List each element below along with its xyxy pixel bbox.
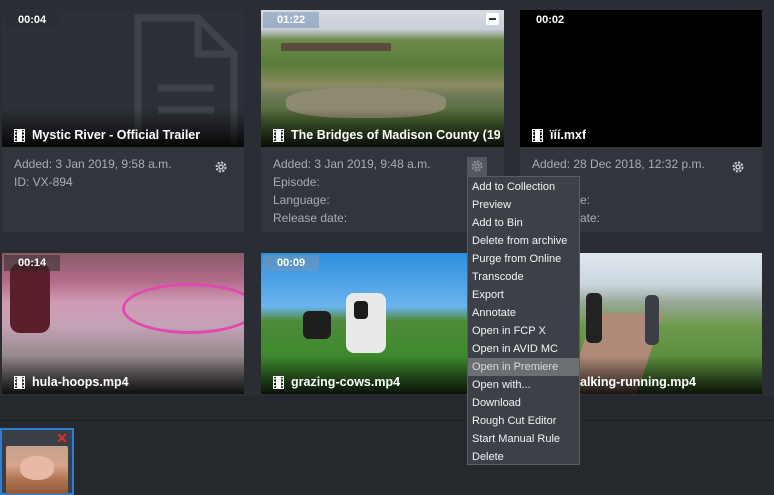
bin-item[interactable]: ✕ [0, 428, 74, 495]
asset-card-hula-hoops[interactable]: 00:14 hula-hoops.mp4 [2, 253, 244, 394]
asset-title[interactable]: Mystic River - Official Trailer [14, 128, 200, 142]
thumbnail[interactable]: 01:22 The Bridges of Madison County (199… [261, 10, 504, 147]
menu-item-delete-from-archive[interactable]: Delete from archive [468, 232, 579, 250]
asset-title-text: The Bridges of Madison County (199… [291, 128, 500, 142]
asset-added: Added: 3 Jan 2019, 9:58 a.m. [14, 157, 172, 171]
menu-item-preview[interactable]: Preview [468, 196, 579, 214]
asset-title-text: hula-hoops.mp4 [32, 375, 129, 389]
menu-item-start-manual-rule[interactable]: Start Manual Rule [468, 430, 579, 448]
asset-title[interactable]: ïíí.mxf [532, 128, 586, 142]
film-icon [14, 375, 25, 389]
minus-icon[interactable] [486, 13, 499, 25]
menu-item-open-in-fcp-x[interactable]: Open in FCP X [468, 322, 579, 340]
divider [0, 420, 774, 421]
asset-language: Language: [273, 193, 330, 207]
bin-tray [0, 396, 774, 495]
duration-badge: 01:22 [263, 12, 320, 28]
menu-item-open-in-premiere[interactable]: Open in Premiere [468, 358, 579, 376]
menu-item-open-with[interactable]: Open with... [468, 376, 579, 394]
gear-icon [471, 160, 483, 172]
asset-card-mystic-river[interactable]: 00:04 Mystic River - Official Trailer Ad… [2, 10, 244, 232]
asset-added: Added: 28 Dec 2018, 12:32 p.m. [532, 157, 705, 171]
menu-item-download[interactable]: Download [468, 394, 579, 412]
film-icon [14, 128, 25, 142]
asset-title[interactable]: The Bridges of Madison County (199… [273, 128, 500, 142]
asset-title-text: grazing-cows.mp4 [291, 375, 401, 389]
hoop [122, 283, 244, 334]
bin-item-thumbnail [6, 446, 68, 494]
gear-button-active[interactable] [467, 157, 487, 176]
person-figure [645, 295, 659, 345]
asset-title-text: Mystic River - Official Trailer [32, 128, 201, 142]
duration-badge: 00:14 [4, 255, 61, 271]
bridge [281, 43, 391, 51]
gear-icon[interactable] [214, 160, 228, 174]
person-figure [586, 293, 602, 343]
thumbnail[interactable]: 00:02 ïíí.mxf [520, 10, 762, 147]
menu-item-purge-from-online[interactable]: Purge from Online [468, 250, 579, 268]
asset-partial-label: ate: [580, 211, 601, 225]
gear-icon[interactable] [731, 160, 745, 174]
close-icon[interactable]: ✕ [56, 431, 68, 445]
asset-added: Added: 3 Jan 2019, 9:48 a.m. [273, 157, 431, 171]
thumbnail[interactable]: 00:14 hula-hoops.mp4 [2, 253, 244, 394]
film-icon [273, 375, 284, 389]
asset-title[interactable]: grazing-cows.mp4 [273, 375, 400, 389]
asset-partial-label: e: [580, 193, 591, 207]
duration-badge: 00:09 [263, 255, 320, 271]
menu-item-add-to-collection[interactable]: Add to Collection [468, 178, 579, 196]
asset-release-date: Release date: [273, 211, 348, 225]
thumbnail[interactable]: 00:04 Mystic River - Official Trailer [2, 10, 244, 147]
film-icon [532, 128, 543, 142]
cow [346, 293, 386, 353]
asset-id: ID: VX-894 [14, 175, 73, 189]
asset-title-text: ïíí.mxf [550, 128, 587, 142]
asset-title-text: alking-running.mp4 [580, 375, 696, 389]
duration-badge: 00:02 [522, 12, 579, 28]
asset-title[interactable]: hula-hoops.mp4 [14, 375, 129, 389]
menu-item-rough-cut-editor[interactable]: Rough Cut Editor [468, 412, 579, 430]
context-menu: Add to Collection Preview Add to Bin Del… [467, 176, 580, 465]
menu-item-open-in-avid-mc[interactable]: Open in AVID MC [468, 340, 579, 358]
menu-item-add-to-bin[interactable]: Add to Bin [468, 214, 579, 232]
duration-badge: 00:04 [4, 12, 61, 28]
film-icon [273, 128, 284, 142]
menu-item-annotate[interactable]: Annotate [468, 304, 579, 322]
menu-item-export[interactable]: Export [468, 286, 579, 304]
asset-title[interactable]: alking-running.mp4 [580, 375, 696, 389]
cow [303, 311, 331, 339]
asset-episode: Episode: [273, 175, 320, 189]
menu-item-delete[interactable]: Delete [468, 448, 579, 466]
person-figure [10, 263, 50, 333]
menu-item-transcode[interactable]: Transcode [468, 268, 579, 286]
